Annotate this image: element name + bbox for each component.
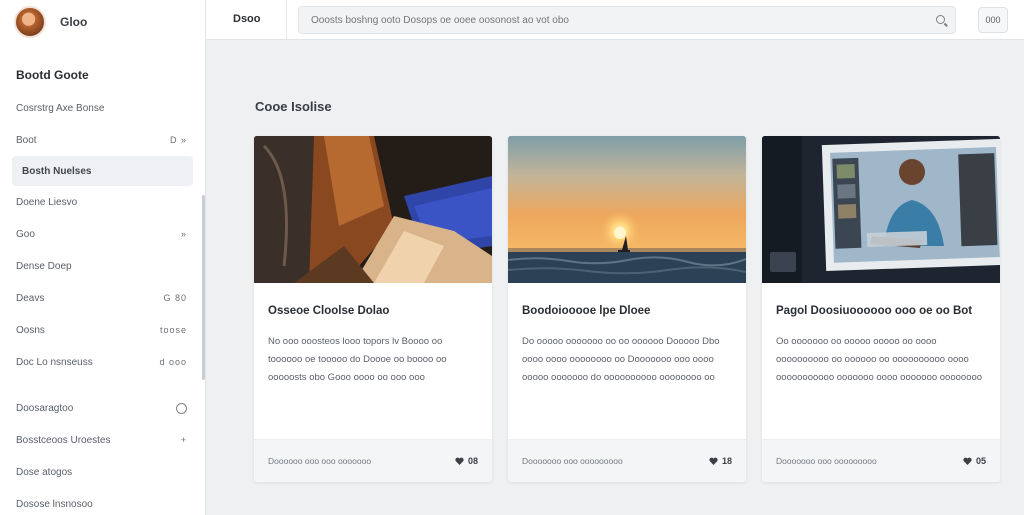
heart-icon [455,457,464,465]
avatar[interactable] [14,6,46,38]
search-icon[interactable] [936,15,945,24]
card-like-button[interactable]: 08 [455,456,478,466]
top-bar: Dsoo 000 [206,0,1024,40]
sidebar-item-trail: » [180,229,187,239]
card-text: No ooo ooosteos looo topors lv Boooo oo … [268,336,447,383]
sidebar-item-label: Goo [16,228,35,240]
card-image-ocean-sunset-sailboat[interactable] [508,136,746,283]
sidebar-item[interactable]: Doene Liesvo [0,186,205,218]
sidebar-nav-secondary: Doosaragtoo Bosstceoos Uroestes + Dose a… [0,392,205,515]
card-meta: Doooooo ooo ooo ooooooo [268,456,372,466]
sidebar-item[interactable]: Boot D » [0,124,205,156]
heart-icon [963,457,972,465]
sidebar-item-label: Dense Doep [16,260,72,272]
info-icon[interactable] [176,402,187,414]
page-title[interactable]: Dsoo [233,13,261,25]
card-footer: Dooooooo ooo ooooooooo 05 [762,439,1000,482]
sidebar-section-title: Bootd Goote [16,68,89,82]
sidebar-item[interactable]: Dense Doep [0,250,205,282]
heart-icon [709,457,718,465]
username: Gloo [60,15,88,29]
sidebar-item-label: Dosose lnsnosoo [16,498,93,510]
sidebar-item-label: Bosth Nuelses [22,165,92,177]
sidebar-item-trail: toose [159,325,187,335]
search-input[interactable] [299,7,919,33]
top-action-button[interactable]: 000 [978,7,1008,33]
divider [286,0,287,40]
card-title[interactable]: Pagol Doosiuoooooo ooo oe oo Bot [776,305,986,317]
card-like-button[interactable]: 18 [709,456,732,466]
sidebar-item-label: Deavs [16,292,45,304]
card-body: Boodoiooooe lpe Dloee Do ooooo ooooooo o… [508,283,746,439]
sidebar-item-label: Dose atogos [16,466,73,478]
card-image-abstract-folded-paper[interactable] [254,136,492,283]
card-meta: Dooooooo ooo ooooooooo [776,456,877,466]
sidebar: Gloo Bootd Goote Cosrstrg Axe Bonse Boot… [0,0,206,515]
card-body: Pagol Doosiuoooooo ooo oe oo Bot Oo oooo… [762,283,1000,439]
sidebar-item[interactable]: Goo » [0,218,205,250]
card-text: Oo ooooooo oo ooooo ooooo oo oooo oooooo… [776,336,983,383]
sidebar-item-label: Boot [16,134,37,146]
sidebar-item[interactable]: Oosns toose [0,314,205,346]
add-icon[interactable]: + [181,435,187,445]
sidebar-item[interactable]: Dose atogos [0,456,205,488]
card-like-count: 05 [975,456,986,466]
sidebar-item[interactable]: Dosose lnsnosoo [0,488,205,515]
card-like-button[interactable]: 05 [963,456,986,466]
card-image-person-on-monitor[interactable] [762,136,1000,283]
sidebar-item-trail: d ooo [159,357,187,367]
sidebar-item-label: Doc Lo nsnseuss [16,356,93,368]
card-like-count: 18 [721,456,732,466]
card-footer: Doooooo ooo ooo ooooooo 08 [254,439,492,482]
sidebar-item-label: Oosns [16,324,45,336]
sidebar-scrollbar[interactable] [202,195,205,380]
sidebar-item[interactable]: Doosaragtoo [0,392,205,424]
card-image-art [762,136,1000,283]
sidebar-item[interactable]: Deavs G 80 [0,282,205,314]
card-meta: Dooooooo ooo ooooooooo [522,456,623,466]
sidebar-item-label: Doosaragtoo [16,402,74,414]
card-title[interactable]: Boodoiooooe lpe Dloee [522,305,732,317]
sidebar-item-trail: D » [169,135,187,145]
sidebar-item-label: Bosstceoos Uroestes [16,434,111,446]
sidebar-item-trail: G 80 [163,293,187,303]
content-card[interactable]: Osseoe Cloolse Dolao No ooo ooosteos loo… [254,136,492,482]
sidebar-item[interactable]: Doc Lo nsnseuss d ooo [0,346,205,378]
card-image-art [254,136,492,283]
content-card[interactable]: Boodoiooooe lpe Dloee Do ooooo ooooooo o… [508,136,746,482]
sidebar-item-active[interactable]: Bosth Nuelses [12,156,193,186]
card-title[interactable]: Osseoe Cloolse Dolao [268,305,478,317]
sidebar-nav: Cosrstrg Axe Bonse Boot D » Bosth Nuelse… [0,92,205,378]
card-text: Do ooooo ooooooo oo oo oooooo Dooooo Dbo… [522,336,720,383]
card-image-art [508,136,746,283]
content-card[interactable]: Pagol Doosiuoooooo ooo oe oo Bot Oo oooo… [762,136,1000,482]
card-footer: Dooooooo ooo ooooooooo 18 [508,439,746,482]
profile-header[interactable]: Gloo [0,0,205,44]
sidebar-item-label: Doene Liesvo [16,196,78,208]
card-body: Osseoe Cloolse Dolao No ooo ooosteos loo… [254,283,492,439]
sidebar-item[interactable]: Cosrstrg Axe Bonse [0,92,205,124]
sidebar-item[interactable]: Bosstceoos Uroestes + [0,424,205,456]
search-box[interactable] [298,6,956,34]
card-like-count: 08 [467,456,478,466]
sidebar-item-label: Cosrstrg Axe Bonse [16,102,105,114]
section-title: Cooe Isolise [255,99,332,114]
